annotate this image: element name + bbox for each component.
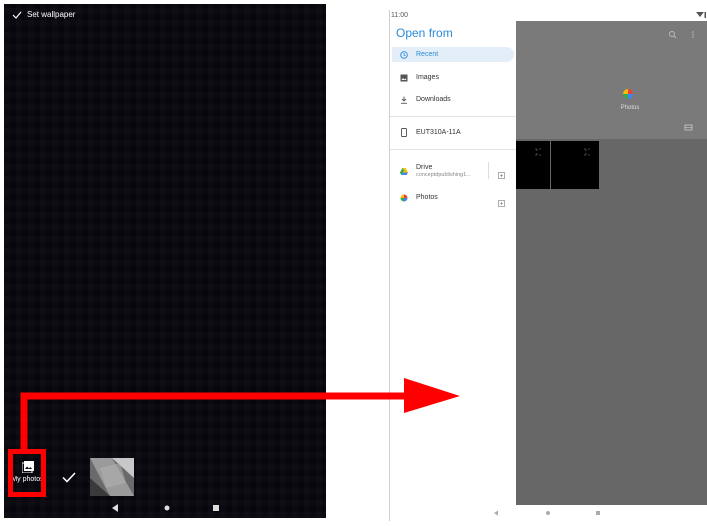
arrow-head (404, 378, 460, 413)
arrow-line (20, 392, 412, 449)
annotation-arrow (8, 378, 460, 497)
highlight-box (8, 449, 46, 497)
